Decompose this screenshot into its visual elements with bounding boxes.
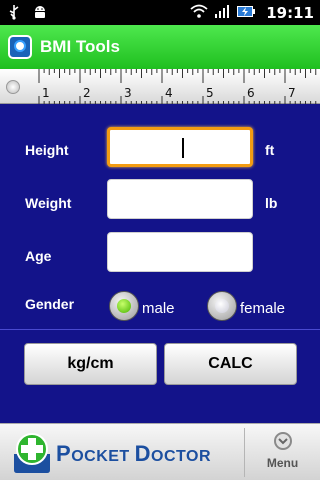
battery-charging-icon: [236, 3, 256, 23]
gender-male-radio[interactable]: [109, 291, 139, 321]
ruler-tick-label: 1: [42, 86, 50, 100]
brand-name: POCKET DOCTOR: [56, 441, 212, 466]
menu-button[interactable]: Menu: [245, 424, 320, 480]
medical-cross-icon: [14, 433, 50, 473]
ruler-tick-label: 3: [124, 86, 132, 100]
weight-input[interactable]: [107, 179, 253, 219]
panel-divider: [0, 329, 320, 330]
units-toggle-button[interactable]: kg/cm: [24, 343, 157, 385]
pocket-doctor-logo: POCKET DOCTOR: [12, 432, 242, 474]
menu-chevron-icon: [274, 432, 292, 450]
wifi-icon: [190, 3, 208, 23]
height-unit: ft: [265, 142, 275, 158]
menu-label: Menu: [266, 456, 299, 470]
gender-label: Gender: [25, 296, 75, 312]
gender-female-radio[interactable]: [207, 291, 237, 321]
gender-male-label[interactable]: male: [142, 300, 175, 317]
ruler-tick-label: 4: [165, 86, 173, 100]
bmi-form-panel: Height ft Weight lb Age Gender male fema…: [0, 104, 320, 423]
ruler-tick-label: 5: [206, 86, 214, 100]
height-label: Height: [25, 142, 69, 158]
app-icon: [8, 35, 32, 59]
usb-icon: [6, 4, 22, 24]
ruler-tick-label: 6: [247, 86, 255, 100]
status-bar: 19:11: [0, 0, 320, 25]
ruler-tick-label: 7: [288, 86, 296, 100]
signal-icon: [214, 3, 230, 23]
gender-female-label[interactable]: female: [240, 300, 285, 317]
text-caret: [182, 138, 184, 158]
bottom-bar: POCKET DOCTOR Menu: [0, 423, 320, 480]
status-time: 19:11: [266, 4, 314, 22]
ruler-decoration: 1 2 3 4 5 6 7: [0, 69, 320, 104]
age-input[interactable]: [107, 232, 253, 272]
ruler-ticks: 1 2 3 4 5 6 7: [38, 69, 317, 104]
ruler-tick-label: 2: [83, 86, 91, 100]
weight-label: Weight: [25, 195, 72, 211]
title-bar: BMI Tools: [0, 25, 320, 69]
weight-unit: lb: [265, 195, 278, 211]
age-label: Age: [25, 248, 52, 264]
calc-button[interactable]: CALC: [164, 343, 297, 385]
height-input[interactable]: [107, 127, 253, 167]
android-debug-icon: [32, 4, 48, 24]
app-title: BMI Tools: [40, 37, 120, 56]
